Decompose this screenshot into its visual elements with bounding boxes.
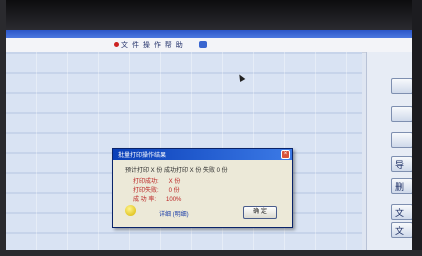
- monitor-bezel-bottom: [0, 250, 422, 256]
- side-button-delete[interactable]: 删: [391, 178, 412, 194]
- side-button-3[interactable]: [391, 132, 412, 148]
- record-icon[interactable]: [114, 42, 119, 47]
- side-panel: 导 删 文 文: [366, 52, 412, 250]
- dialog-title: 批量打印操作结果: [118, 153, 167, 159]
- monitor-bezel-top: [0, 0, 422, 30]
- side-button-export[interactable]: 导: [391, 156, 412, 172]
- details-link[interactable]: 详细 (明细): [159, 209, 189, 218]
- dialog-title-bar[interactable]: 批量打印操作结果 ×: [113, 149, 292, 160]
- side-button-1[interactable]: [391, 78, 412, 94]
- side-button-file-1[interactable]: 文: [391, 204, 412, 220]
- app-title-bar[interactable]: [6, 30, 412, 38]
- dialog-summary: 预计打印 X 份 成功打印 X 份 失败 0 份: [125, 168, 228, 174]
- ok-button[interactable]: 确 定: [243, 206, 277, 219]
- close-icon[interactable]: ×: [281, 150, 290, 159]
- dialog-row-value: 100%: [166, 197, 182, 203]
- result-dialog: 批量打印操作结果 × 预计打印 X 份 成功打印 X 份 失败 0 份 打印成功…: [112, 148, 293, 228]
- dialog-row: 打印失败: 0 份: [133, 185, 180, 194]
- toolbar-menu-text[interactable]: 文 件 操 作 帮 助: [121, 40, 184, 50]
- side-button-2[interactable]: [391, 106, 412, 122]
- monitor-bezel-right: [412, 0, 422, 256]
- side-button-file-2[interactable]: 文: [391, 222, 412, 238]
- dialog-row: 打印成功: X 份: [133, 176, 180, 185]
- dialog-row-label: 成 功 率:: [133, 197, 157, 203]
- toolbar: 文 件 操 作 帮 助: [6, 38, 412, 53]
- app-screen: 文 件 操 作 帮 助 导 删 文 文 批量打印操作结果 × 预计打印 X 份 …: [6, 30, 412, 250]
- window-icon[interactable]: [199, 41, 207, 48]
- smiley-icon: [125, 205, 136, 216]
- dialog-row: 成 功 率: 100%: [133, 194, 181, 203]
